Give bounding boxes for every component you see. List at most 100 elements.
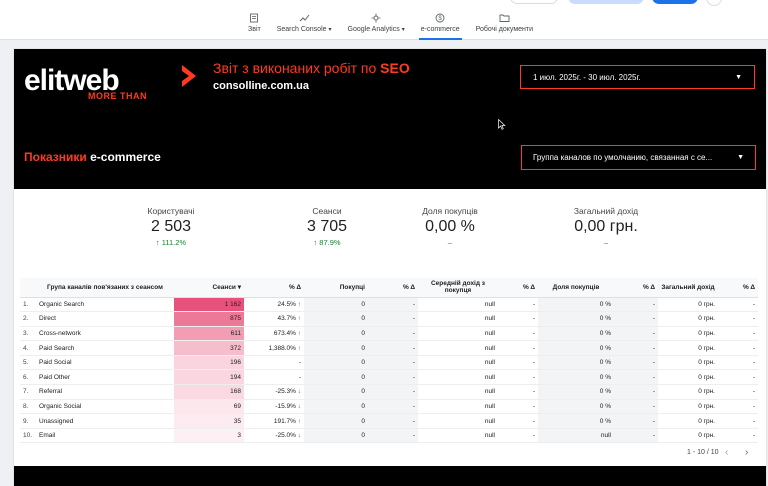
share-button[interactable] [510, 0, 558, 4]
chevron-right-icon[interactable]: › [745, 447, 748, 458]
col-index [20, 278, 36, 298]
col-total-revenue[interactable]: Загальний дохід [658, 278, 718, 298]
tab-trend[interactable]: Search Console ▾ [269, 12, 340, 38]
cell-total-revenue-delta: - [718, 340, 758, 356]
cell-avg-revenue-delta: - [498, 384, 538, 400]
cell-buyer-share: 0 % [538, 355, 614, 371]
cell-avg-revenue-delta: - [498, 428, 538, 444]
channel-group-dropdown[interactable]: Группа каналов по умолчанию, связанная с… [521, 145, 756, 170]
report-icon [249, 12, 259, 24]
date-range-value: 1 июл. 2025г. - 30 июл. 2025г. [533, 72, 641, 82]
col-buyer-share-delta[interactable]: % Δ [614, 278, 658, 298]
account-avatar[interactable] [706, 0, 722, 6]
date-range-picker[interactable]: 1 июл. 2025г. - 30 июл. 2025г. ▼ [520, 65, 755, 89]
tab-analytics[interactable]: Google Analytics ▾ [340, 12, 413, 38]
table-row[interactable]: 3. Cross-network 611 673.4% ↑ 0- null -0 % -0 г… [20, 326, 758, 342]
cell-sessions: 3 [174, 428, 244, 444]
table-row[interactable]: 9. Unassigned 35 191.7% ↑ 0- null -0 % -0 грн. - [20, 413, 758, 429]
cell-buyer-share-delta: - [614, 428, 658, 444]
tab-folder[interactable]: Робочі документи [468, 12, 541, 38]
cell-avg-revenue-delta: - [498, 311, 538, 327]
table-row[interactable]: 7. Referral 168 -25.3% ↓ 0- null -0 % -0 грн. - [20, 384, 758, 400]
cell-buyer-share-delta: - [614, 355, 658, 371]
cell-buyers: 0 [304, 326, 368, 342]
view-button[interactable] [568, 0, 644, 4]
cell-buyer-share-delta: - [614, 326, 658, 342]
cell-sessions-delta: 1,388.0% ↑ [244, 340, 304, 356]
channel-group-value: Группа каналов по умолчанию, связанная с… [533, 153, 713, 162]
report-canvas: elitweb MORE THAN Звіт з виконаних робіт… [14, 49, 766, 486]
cell-buyers-delta: - [368, 399, 418, 415]
table-row[interactable]: 1. Organic Search 1 162 24.5% ↑ 0- null -0 % -0… [20, 297, 758, 313]
col-buyer-share[interactable]: Доля покупців [538, 278, 614, 298]
kpi-value: 0,00 % [425, 218, 475, 235]
col-total-revenue-delta[interactable]: % Δ [718, 278, 758, 298]
cell-sessions-delta: 191.7% ↑ [244, 413, 304, 429]
cell-total-revenue: 0 грн. [658, 369, 718, 386]
arrow-down-icon: ↓ [297, 388, 301, 396]
cell-avg-revenue: null [418, 311, 498, 327]
table-row[interactable]: 6. Paid Other 194-0- null -0 % -0 грн. - [20, 369, 758, 386]
col-buyers[interactable]: Покупці [304, 278, 368, 298]
table-row[interactable]: 2. Direct 875 43.7% ↑ 0- null -0 % -0 грн. - [20, 311, 758, 327]
cell-buyer-share: 0 % [538, 384, 614, 400]
kpi-label: Користувачі [147, 206, 195, 216]
tab-label: Google Analytics ▾ [348, 26, 405, 33]
table-row[interactable]: 5. Paid Social 196-0- null -0 % -0 грн. - [20, 355, 758, 371]
cell-buyer-share: 0 % [538, 340, 614, 356]
tab-label-text: Google Analytics [347, 26, 400, 33]
col-sessions[interactable]: Сеанси ▾ [174, 278, 244, 298]
arrow-down-icon: ↓ [297, 432, 301, 440]
cell-sessions: 168 [174, 384, 244, 400]
folder-icon [499, 12, 510, 24]
cell-total-revenue-delta: - [718, 413, 758, 429]
chevron-left-icon[interactable]: ‹ [725, 447, 728, 458]
cell-buyers-delta: - [368, 340, 418, 356]
table-row[interactable]: 8. Organic Social 69 -15.9% ↓ 0- null -0 % -0 г… [20, 399, 758, 415]
tab-label: Робочі документи [476, 26, 533, 33]
col-avg-revenue-delta[interactable]: % Δ [498, 278, 538, 298]
cell-total-revenue: 0 грн. [658, 340, 718, 356]
idx: 6. [20, 369, 36, 386]
report-header: elitweb MORE THAN Звіт з виконаних робіт… [14, 49, 766, 189]
analytics-icon [371, 12, 381, 24]
app-top-bar: Звіт Search Console ▾ Google Analytics ▾ $ e-c… [0, 0, 768, 40]
cell-channel: Direct [36, 311, 174, 327]
col-channel[interactable]: Група каналів пов'язаних з сеансом [36, 278, 174, 298]
edit-button[interactable] [652, 0, 698, 4]
cell-avg-revenue: null [418, 297, 498, 313]
col-buyers-delta[interactable]: % Δ [368, 278, 418, 298]
cell-sessions: 611 [174, 326, 244, 342]
idx: 8. [20, 399, 36, 415]
cell-buyers-delta: - [368, 326, 418, 342]
kpi-label: Доля покупців [422, 206, 478, 216]
kpi-users: Користувачі 2 503 ↑ 111.2% [111, 206, 231, 247]
cell-buyers: 0 [304, 311, 368, 327]
cell-avg-revenue: null [418, 355, 498, 371]
arrow-down-icon: ↓ [297, 402, 301, 410]
cell-total-revenue-delta: - [718, 355, 758, 371]
cell-sessions: 69 [174, 399, 244, 415]
idx: 2. [20, 311, 36, 327]
cell-buyers: 0 [304, 355, 368, 371]
tab-label: e-commerce [421, 26, 460, 33]
cell-buyer-share: 0 % [538, 311, 614, 327]
arrow-up-icon: ↑ [297, 329, 301, 337]
table-header-row: Група каналів пов'язаних з сеансом Сеанс… [20, 278, 758, 298]
cell-channel: Unassigned [36, 413, 174, 429]
cell-buyer-share-delta: - [614, 311, 658, 327]
tab-dollar[interactable]: $ e-commerce [413, 12, 468, 40]
col-avg-revenue[interactable]: Середній дохід з покупця [418, 278, 498, 298]
cell-total-revenue: 0 грн. [658, 326, 718, 342]
table-row[interactable]: 4. Paid Search 372 1,388.0% ↑ 0- null -0 % -0 г… [20, 340, 758, 356]
cell-buyer-share-delta: - [614, 384, 658, 400]
tab-report[interactable]: Звіт [240, 12, 269, 38]
kpi-value: 0,00 грн. [574, 218, 638, 235]
cell-sessions-delta: -25.3% ↓ [244, 384, 304, 400]
idx: 3. [20, 326, 36, 342]
cell-total-revenue-delta: - [718, 311, 758, 327]
cell-buyers-delta: - [368, 413, 418, 429]
table-row[interactable]: 10. Email 3 -25.0% ↓ 0- null - null -0 грн. - [20, 428, 758, 444]
col-sessions-delta[interactable]: % Δ [244, 278, 304, 298]
cell-buyer-share-delta: - [614, 413, 658, 429]
